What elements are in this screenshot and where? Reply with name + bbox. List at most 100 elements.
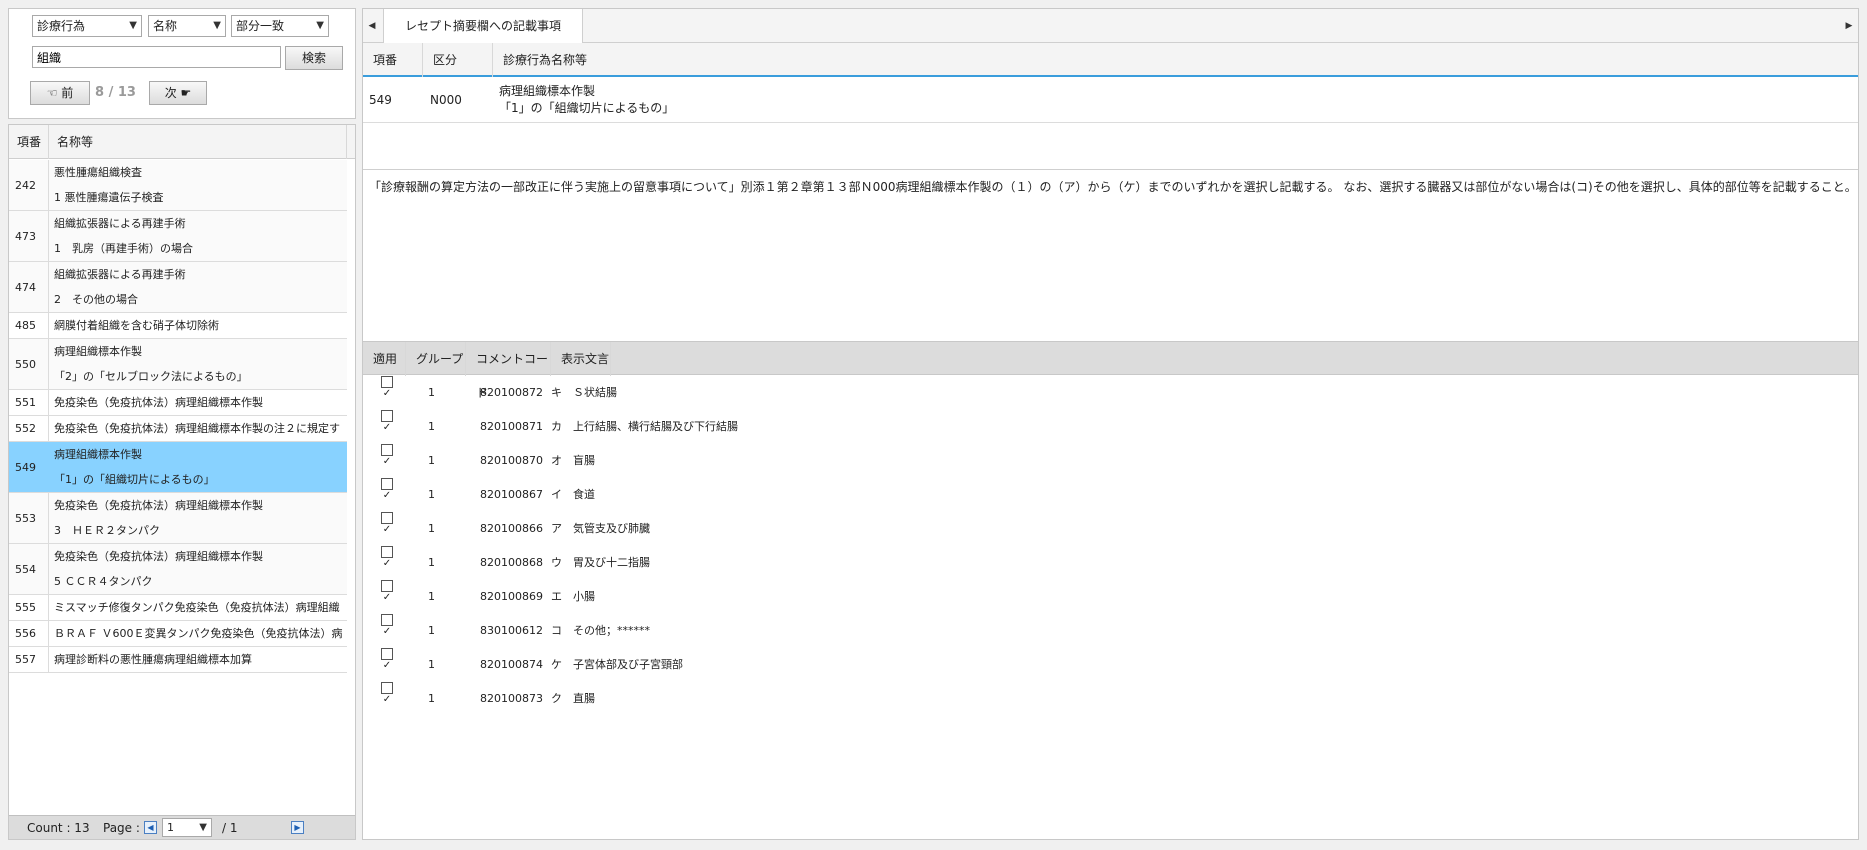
apply-checkbox[interactable]: ✓ <box>381 376 393 399</box>
search-input[interactable] <box>32 46 281 68</box>
list-item-line: 1 乳房（再建手術）の場合 <box>54 242 193 255</box>
comment-row[interactable]: ✓ 1 820100874 ケ 子宮体部及び子宮頸部 <box>363 648 1858 682</box>
comment-text: ク 直腸 <box>551 692 595 705</box>
chevron-down-icon: ▼ <box>199 822 207 833</box>
column-header-category[interactable]: 区分 <box>423 43 493 77</box>
comment-row[interactable]: ✓ 1 820100867 イ 食道 <box>363 478 1858 512</box>
list-item[interactable]: 550 病理組織標本作製 「2」の「セルブロック法によるもの」 <box>9 339 347 390</box>
apply-checkbox[interactable]: ✓ <box>381 648 393 671</box>
tab-label: レセプト摘要欄への記載事項 <box>404 19 561 33</box>
list-item[interactable]: 557 病理診断料の悪性腫瘍病理組織標本加算 <box>9 647 347 673</box>
column-header-no[interactable]: 項番 <box>9 125 49 159</box>
next-page-icon[interactable]: ▶ <box>291 821 304 834</box>
list-item-no: 485 <box>9 313 49 338</box>
column-header-apply[interactable]: 適用 <box>363 342 406 376</box>
list-item[interactable]: 551 免疫染色（免疫抗体法）病理組織標本作製 <box>9 390 347 416</box>
comment-code: 820100874 <box>480 658 543 671</box>
list-item-no: 474 <box>9 262 49 312</box>
chevron-down-icon: ▼ <box>129 20 137 31</box>
comment-text: カ 上行結腸、横行結腸及び下行結腸 <box>551 420 738 433</box>
comment-row[interactable]: ✓ 1 820100868 ウ 胃及び十二指腸 <box>363 546 1858 580</box>
tab-bar: ◀ レセプト摘要欄への記載事項 ▶ <box>363 9 1858 44</box>
detail-table-row[interactable]: 549 N000 病理組織標本作製 「1」の「組織切片によるもの」 <box>363 79 1858 123</box>
list-item-line: 「2」の「セルブロック法によるもの」 <box>54 370 248 383</box>
list-body: 242 悪性腫瘍組織検査 1 悪性腫瘍遺伝子検査 473 組織拡張器による再建手術 1 乳… <box>9 160 347 673</box>
apply-checkbox[interactable]: ✓ <box>381 410 393 433</box>
list-item-name: 病理診断料の悪性腫瘍病理組織標本加算 <box>49 647 347 672</box>
comment-row[interactable]: ✓ 1 820100866 ア 気管支及び肺臓 <box>363 512 1858 546</box>
page-select-value: 1 <box>167 821 174 834</box>
list-item-name: 組織拡張器による再建手術 2 その他の場合 <box>49 262 347 312</box>
list-item-no: 556 <box>9 621 49 646</box>
comment-group: 1 <box>428 624 435 637</box>
column-header-no[interactable]: 項番 <box>363 43 423 77</box>
list-item-line: ミスマッチ修復タンパク免疫染色（免疫抗体法）病理組織 <box>54 601 340 614</box>
list-item-line: 「1」の「組織切片によるもの」 <box>54 473 215 486</box>
comment-group: 1 <box>428 454 435 467</box>
comment-row[interactable]: ✓ 1 820100871 カ 上行結腸、横行結腸及び下行結腸 <box>363 410 1858 444</box>
match-select[interactable]: 部分一致 ▼ <box>231 15 329 37</box>
list-item[interactable]: 554 免疫染色（免疫抗体法）病理組織標本作製 5 ＣＣＲ４タンパク <box>9 544 347 595</box>
comment-code: 820100873 <box>480 692 543 705</box>
list-item-no: 552 <box>9 416 49 441</box>
column-header-procedure-name[interactable]: 診療行為名称等 <box>493 43 693 77</box>
apply-checkbox[interactable]: ✓ <box>381 478 393 501</box>
comment-row[interactable]: ✓ 1 820100869 エ 小腸 <box>363 580 1858 614</box>
list-header: 項番 名称等 <box>9 125 355 159</box>
comment-group: 1 <box>428 590 435 603</box>
page-total: / 1 <box>222 821 238 835</box>
apply-checkbox[interactable]: ✓ <box>381 546 393 569</box>
apply-checkbox[interactable]: ✓ <box>381 682 393 705</box>
comment-group: 1 <box>428 522 435 535</box>
page-indicator: 8 / 13 <box>95 85 136 100</box>
list-footer: Count : 13 Page : ◀ 1 ▼ / 1 ▶ <box>9 815 355 839</box>
category-select[interactable]: 診療行為 ▼ <box>32 15 142 37</box>
list-item-line: 病理組織標本作製 <box>54 345 142 358</box>
comment-text: コ その他；****** <box>551 624 650 637</box>
comment-row[interactable]: ✓ 1 820100870 オ 盲腸 <box>363 444 1858 478</box>
list-item[interactable]: 549 病理組織標本作製 「1」の「組織切片によるもの」 <box>9 442 347 493</box>
apply-checkbox[interactable]: ✓ <box>381 614 393 637</box>
list-item[interactable]: 485 網膜付着組織を含む硝子体切除術 <box>9 313 347 339</box>
list-item[interactable]: 556 ＢＲＡＦ Ｖ600Ｅ変異タンパク免疫染色（免疫抗体法）病 <box>9 621 347 647</box>
column-header-display-text[interactable]: 表示文言 <box>551 342 611 376</box>
tab-receipt-summary[interactable]: レセプト摘要欄への記載事項 <box>383 9 583 44</box>
list-item-name: ミスマッチ修復タンパク免疫染色（免疫抗体法）病理組織 <box>49 595 347 620</box>
list-item-line: 病理組織標本作製 <box>54 448 142 461</box>
tab-scroll-left-icon[interactable]: ◀ <box>363 9 381 43</box>
list-item-name: 網膜付着組織を含む硝子体切除術 <box>49 313 347 338</box>
comment-text: イ 食道 <box>551 488 595 501</box>
tab-scroll-right-icon[interactable]: ▶ <box>1840 9 1858 43</box>
comment-code: 820100871 <box>480 420 543 433</box>
apply-checkbox[interactable]: ✓ <box>381 444 393 467</box>
list-item-no: 557 <box>9 647 49 672</box>
prev-button[interactable]: ☜ 前 <box>30 81 90 105</box>
list-item[interactable]: 473 組織拡張器による再建手術 1 乳房（再建手術）の場合 <box>9 211 347 262</box>
list-item[interactable]: 242 悪性腫瘍組織検査 1 悪性腫瘍遺伝子検査 <box>9 160 347 211</box>
chevron-down-icon: ▼ <box>213 20 221 31</box>
list-item-line: 1 悪性腫瘍遺伝子検査 <box>54 191 164 204</box>
list-item[interactable]: 474 組織拡張器による再建手術 2 その他の場合 <box>9 262 347 313</box>
list-item[interactable]: 555 ミスマッチ修復タンパク免疫染色（免疫抗体法）病理組織 <box>9 595 347 621</box>
column-header-comment-code[interactable]: コメントコード <box>466 342 551 400</box>
column-header-name[interactable]: 名称等 <box>49 125 347 159</box>
comment-code: 820100872 <box>480 386 543 399</box>
next-button[interactable]: 次 ☛ <box>149 81 207 105</box>
search-button[interactable]: 検索 <box>285 46 343 70</box>
field-select[interactable]: 名称 ▼ <box>148 15 226 37</box>
comment-row[interactable]: ✓ 1 820100873 ク 直腸 <box>363 682 1858 716</box>
comment-group: 1 <box>428 386 435 399</box>
detail-name-line: 「1」の「組織切片によるもの」 <box>499 101 675 115</box>
prev-page-icon[interactable]: ◀ <box>144 821 157 834</box>
list-item[interactable]: 552 免疫染色（免疫抗体法）病理組織標本作製の注２に規定す <box>9 416 347 442</box>
chevron-down-icon: ▼ <box>316 20 324 31</box>
column-header-group[interactable]: グループ <box>406 342 466 376</box>
page-select[interactable]: 1 ▼ <box>162 818 212 837</box>
list-item[interactable]: 553 免疫染色（免疫抗体法）病理組織標本作製 3 ＨＥＲ２タンパク <box>9 493 347 544</box>
comment-row[interactable]: ✓ 1 830100612 コ その他；****** <box>363 614 1858 648</box>
list-item-line: 2 その他の場合 <box>54 293 138 306</box>
comment-row[interactable]: ✓ 1 820100872 キ Ｓ状結腸 <box>363 376 1858 410</box>
apply-checkbox[interactable]: ✓ <box>381 580 393 603</box>
list-item-line: 病理診断料の悪性腫瘍病理組織標本加算 <box>54 653 252 666</box>
apply-checkbox[interactable]: ✓ <box>381 512 393 535</box>
